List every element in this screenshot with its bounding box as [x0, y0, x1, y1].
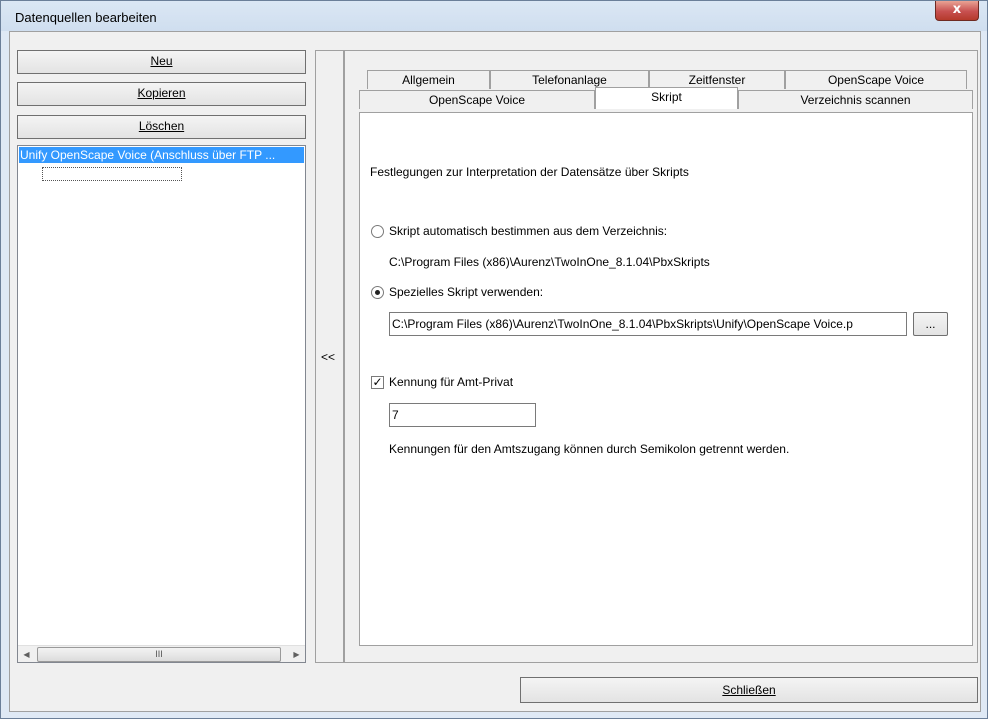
data-source-list[interactable]: Unify OpenScape Voice (Anschluss über FT…	[17, 145, 306, 663]
scroll-left-icon[interactable]: ◀	[18, 646, 35, 663]
radio-auto-script[interactable]	[371, 225, 384, 238]
scroll-right-icon[interactable]: ▶	[288, 646, 305, 663]
browse-button[interactable]: ...	[913, 312, 948, 336]
list-item[interactable]: Unify OpenScape Voice (Anschluss über FT…	[19, 147, 304, 163]
dialog-client-area: Neu Kopieren Löschen Unify OpenScape Voi…	[9, 31, 981, 712]
settings-panel: Allgemein Telefonanlage Zeitfenster Open…	[344, 50, 978, 663]
collapse-label: <<	[321, 350, 336, 364]
list-focus-rect	[42, 167, 182, 181]
new-button[interactable]: Neu	[17, 50, 306, 74]
tab-openscape-voice-2[interactable]: OpenScape Voice	[359, 90, 595, 109]
amt-privat-code-input[interactable]: 7	[389, 403, 536, 427]
radio-auto-label[interactable]: Skript automatisch bestimmen aus dem Ver…	[389, 224, 667, 238]
collapse-splitter[interactable]: <<	[315, 50, 344, 663]
title-bar[interactable]: Datenquellen bearbeiten x	[1, 1, 987, 31]
hint-text: Kennungen für den Amtszugang können durc…	[389, 442, 790, 456]
section-heading: Festlegungen zur Interpretation der Date…	[370, 165, 689, 179]
window-title: Datenquellen bearbeiten	[15, 10, 157, 25]
dialog-window: Datenquellen bearbeiten x Neu Kopieren L…	[0, 0, 988, 719]
auto-script-path: C:\Program Files (x86)\Aurenz\TwoInOne_8…	[389, 255, 710, 269]
tab-allgemein[interactable]: Allgemein	[367, 70, 490, 89]
copy-button[interactable]: Kopieren	[17, 82, 306, 106]
special-script-path-input[interactable]: C:\Program Files (x86)\Aurenz\TwoInOne_8…	[389, 312, 907, 336]
close-button-label: Schließen	[722, 683, 776, 697]
tab-skript[interactable]: Skript	[595, 87, 738, 109]
close-button[interactable]: Schließen	[520, 677, 978, 703]
new-button-label: Neu	[150, 54, 173, 68]
scroll-thumb[interactable]: III	[37, 647, 281, 662]
checkbox-label[interactable]: Kennung für Amt-Privat	[389, 375, 513, 389]
horizontal-scrollbar[interactable]: ◀ III ▶	[18, 645, 305, 662]
radio-special-script[interactable]	[371, 286, 384, 299]
delete-button-label: Löschen	[138, 119, 185, 133]
radio-special-label[interactable]: Spezielles Skript verwenden:	[389, 285, 543, 299]
copy-button-label: Kopieren	[137, 86, 186, 100]
tab-verzeichnis-scannen[interactable]: Verzeichnis scannen	[738, 90, 973, 109]
amt-privat-checkbox[interactable]: ✓	[371, 376, 384, 389]
tab-openscape-voice-1[interactable]: OpenScape Voice	[785, 70, 967, 89]
delete-button[interactable]: Löschen	[17, 115, 306, 139]
close-icon[interactable]: x	[935, 1, 979, 21]
skript-tab-page: Festlegungen zur Interpretation der Date…	[359, 112, 973, 646]
